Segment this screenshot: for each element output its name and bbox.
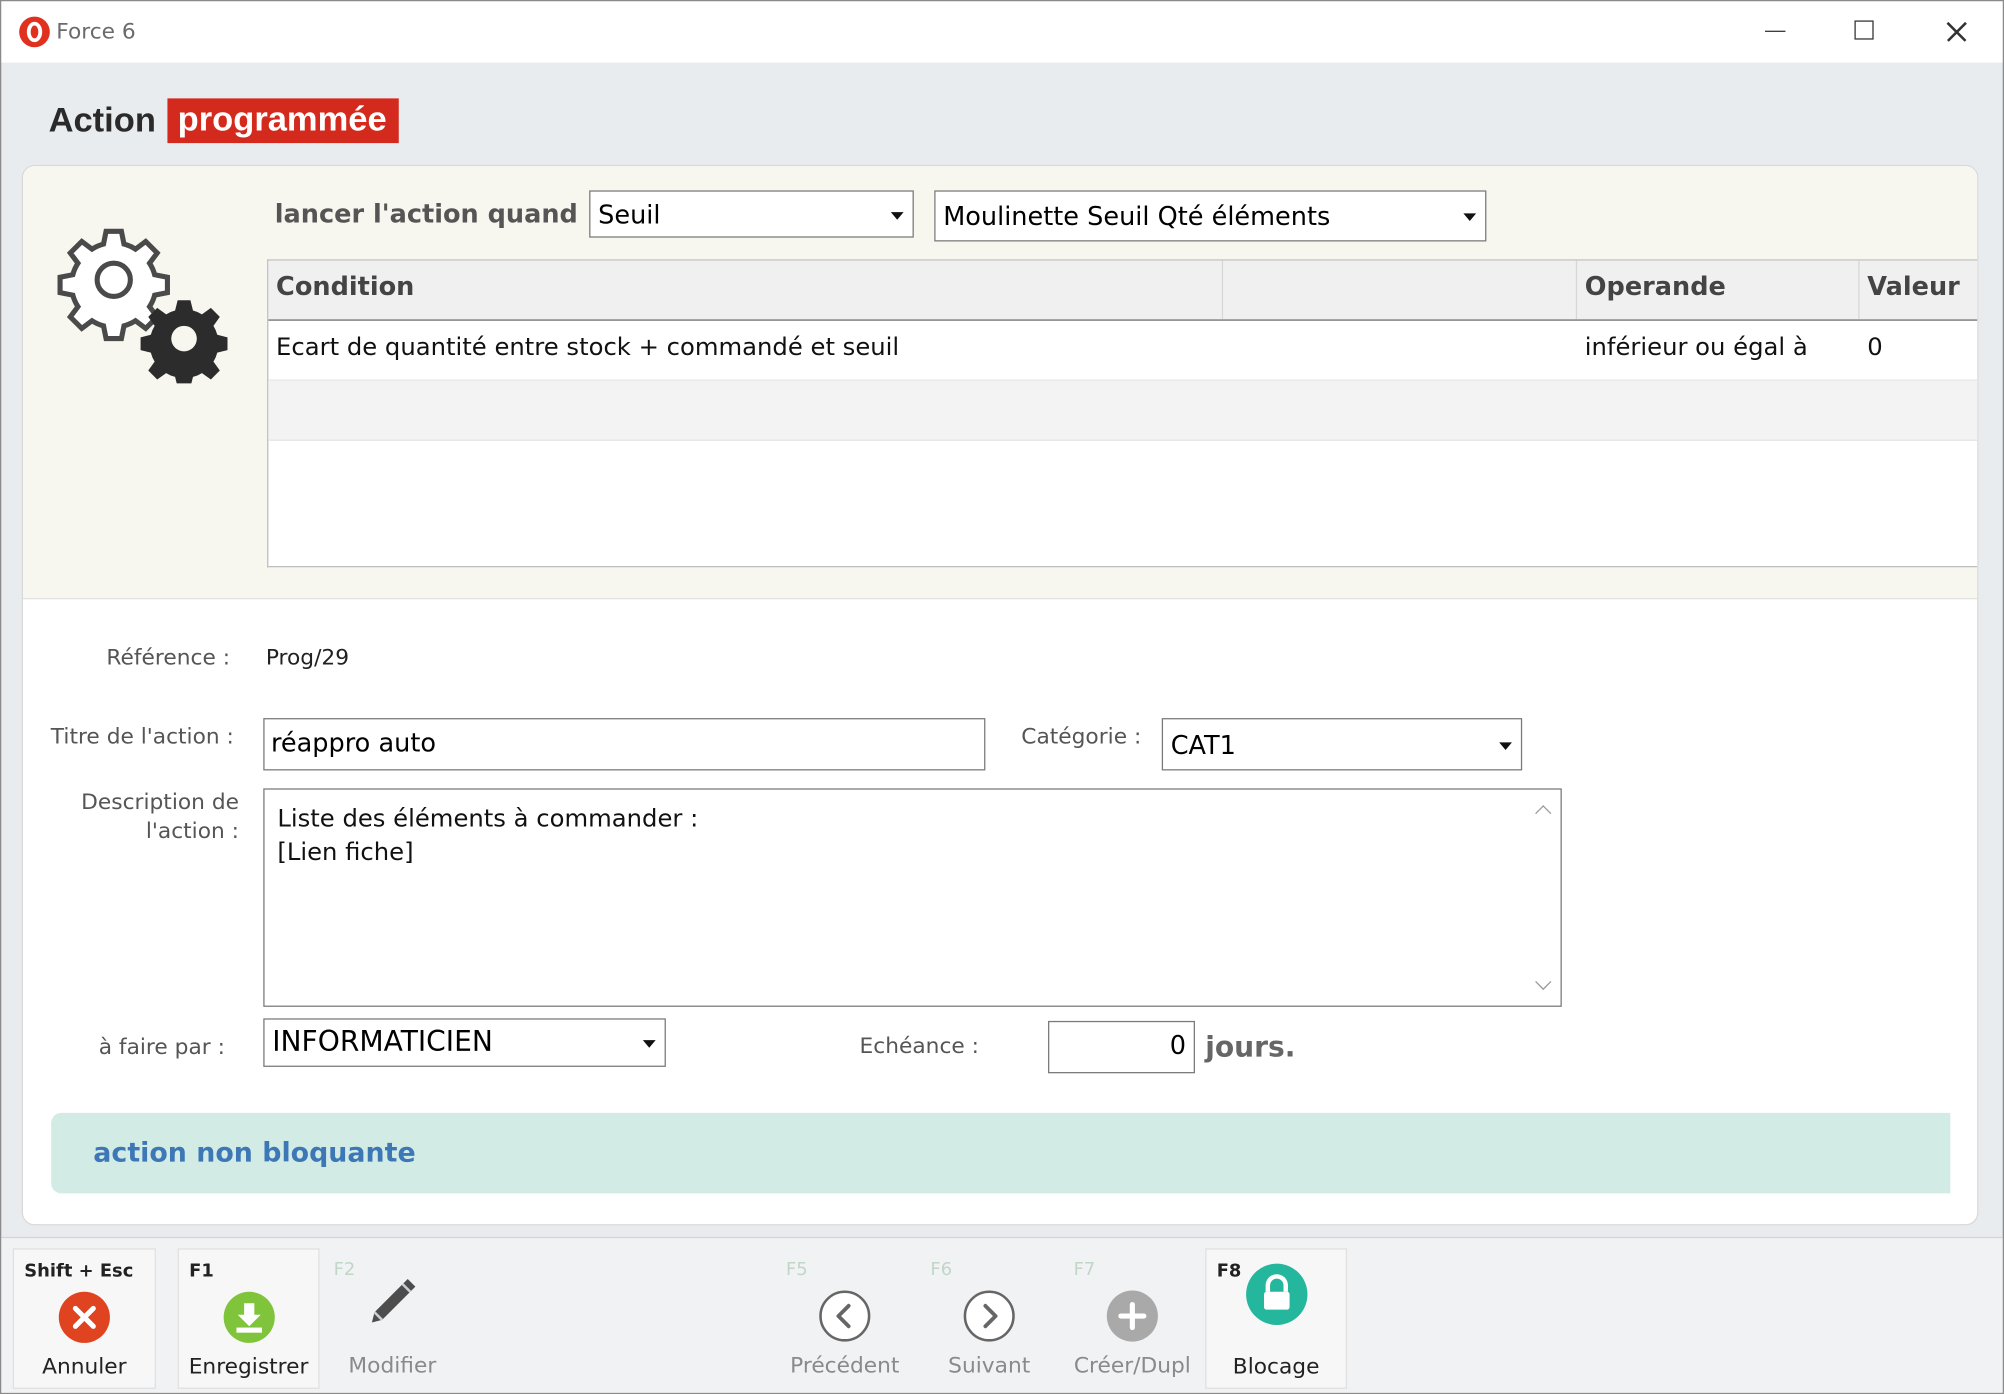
- blocking-status-banner: action non bloquante: [51, 1112, 1951, 1194]
- title-field[interactable]: réappro auto: [263, 718, 986, 771]
- shortcut-key: Shift + Esc: [24, 1261, 134, 1282]
- trigger-model-value: Moulinette Seuil Qté éléments: [943, 200, 1331, 232]
- action-card: lancer l'action quand Seuil Moulinette S…: [21, 164, 1979, 1226]
- due-unit: jours.: [1205, 1032, 1296, 1065]
- cell-operande: inférieur ou égal à: [1584, 333, 1808, 362]
- chevron-left-icon: [819, 1290, 871, 1342]
- scroll-down-icon[interactable]: [1535, 973, 1552, 991]
- next-button[interactable]: F6 Suivant: [920, 1248, 1058, 1389]
- reference-label: Référence :: [106, 645, 231, 671]
- page-title-main: Action: [48, 100, 156, 139]
- description-field[interactable]: Liste des éléments à commander : [Lien f…: [263, 788, 1562, 1007]
- lock-icon: [1245, 1263, 1307, 1326]
- blocking-status-text: action non bloquante: [93, 1137, 416, 1168]
- assignee-value: INFORMATICIEN: [272, 1026, 493, 1059]
- cancel-button[interactable]: Shift + Esc Annuler: [12, 1248, 156, 1389]
- scroll-up-icon[interactable]: [1535, 805, 1552, 822]
- description-label: Description de l'action :: [23, 788, 239, 847]
- trigger-type-select[interactable]: Seuil: [589, 190, 914, 238]
- save-label: Enregistrer: [188, 1354, 309, 1380]
- close-button[interactable]: [1911, 1, 2000, 62]
- assignee-select[interactable]: INFORMATICIEN: [263, 1018, 666, 1067]
- due-days-field[interactable]: 0: [1048, 1020, 1195, 1074]
- table-row-empty[interactable]: [268, 380, 1978, 441]
- gears-icon: [57, 228, 228, 384]
- previous-label: Précédent: [790, 1353, 900, 1379]
- download-save-icon: [223, 1291, 275, 1343]
- column-header-condition[interactable]: Condition: [268, 260, 1224, 320]
- category-label: Catégorie :: [1021, 724, 1142, 751]
- maximize-button[interactable]: [1819, 1, 1908, 62]
- chevron-down-icon: [1463, 213, 1477, 222]
- due-label: Echéance :: [859, 1033, 979, 1060]
- assignee-label: à faire par :: [98, 1034, 225, 1061]
- conditions-table: Condition Operande Valeur Ecart de quant…: [267, 259, 1978, 568]
- trigger-label: lancer l'action quand: [274, 198, 578, 229]
- previous-button[interactable]: F5 Précédent: [776, 1248, 914, 1389]
- cell-condition: Ecart de quantité entre stock + commandé…: [276, 333, 900, 362]
- plus-icon: [1106, 1290, 1158, 1342]
- shortcut-key: F1: [189, 1261, 214, 1282]
- next-label: Suivant: [948, 1353, 1031, 1379]
- blocking-button[interactable]: F8 Blocage: [1205, 1248, 1348, 1389]
- trigger-type-value: Seuil: [598, 198, 661, 230]
- edit-label: Modifier: [348, 1353, 437, 1379]
- description-label-line2: l'action :: [145, 819, 239, 845]
- description-label-line1: Description de: [81, 789, 239, 816]
- blocking-label: Blocage: [1232, 1354, 1320, 1380]
- trigger-model-select[interactable]: Moulinette Seuil Qté éléments: [934, 190, 1487, 242]
- column-header-operande[interactable]: Operande: [1577, 260, 1860, 320]
- cancel-icon: [58, 1291, 110, 1343]
- column-header-valeur[interactable]: Valeur: [1860, 261, 1978, 320]
- chevron-down-icon: [890, 211, 904, 220]
- cancel-label: Annuler: [42, 1354, 127, 1380]
- category-select[interactable]: CAT1: [1161, 718, 1523, 771]
- trigger-section: lancer l'action quand Seuil Moulinette S…: [23, 166, 1978, 600]
- save-button[interactable]: F1 Enregistrer: [177, 1248, 320, 1389]
- cell-valeur: 0: [1867, 333, 1883, 362]
- shortcut-key: F5: [786, 1259, 808, 1281]
- category-value: CAT1: [1170, 728, 1236, 760]
- title-label: Titre de l'action :: [50, 724, 234, 751]
- app-logo-icon: [19, 16, 50, 48]
- bottom-toolbar: Shift + Esc Annuler F1 Enregistrer F2 Mo…: [1, 1236, 2003, 1393]
- minimize-button[interactable]: [1729, 1, 1818, 62]
- table-row[interactable]: Ecart de quantité entre stock + commandé…: [268, 321, 1978, 381]
- shortcut-key: F7: [1073, 1259, 1096, 1281]
- table-header: Condition Operande Valeur: [268, 260, 1978, 321]
- reference-value: Prog/29: [265, 645, 350, 671]
- create-duplicate-label: Créer/Dupl: [1073, 1353, 1191, 1379]
- chevron-down-icon: [642, 1040, 656, 1048]
- page-title: Action programmée: [49, 96, 399, 145]
- window-title: Force 6: [56, 19, 136, 45]
- title-bar: Force 6: [1, 1, 2003, 63]
- shortcut-key: F8: [1216, 1261, 1242, 1282]
- description-text: Liste des éléments à commander : [Lien f…: [277, 804, 699, 867]
- shortcut-key: F6: [930, 1259, 953, 1281]
- edit-button[interactable]: F2 Modifier: [323, 1248, 461, 1389]
- pencil-icon: [371, 1279, 416, 1323]
- page-title-accent: programmée: [167, 97, 399, 143]
- app-window: Force 6 Action programmée lancer l'actio…: [0, 0, 2004, 1394]
- chevron-right-icon: [963, 1290, 1015, 1342]
- chevron-down-icon: [1499, 741, 1512, 750]
- create-duplicate-button[interactable]: F7 Créer/Dupl: [1063, 1248, 1201, 1389]
- column-header-blank[interactable]: [1223, 260, 1578, 320]
- shortcut-key: F2: [333, 1259, 356, 1281]
